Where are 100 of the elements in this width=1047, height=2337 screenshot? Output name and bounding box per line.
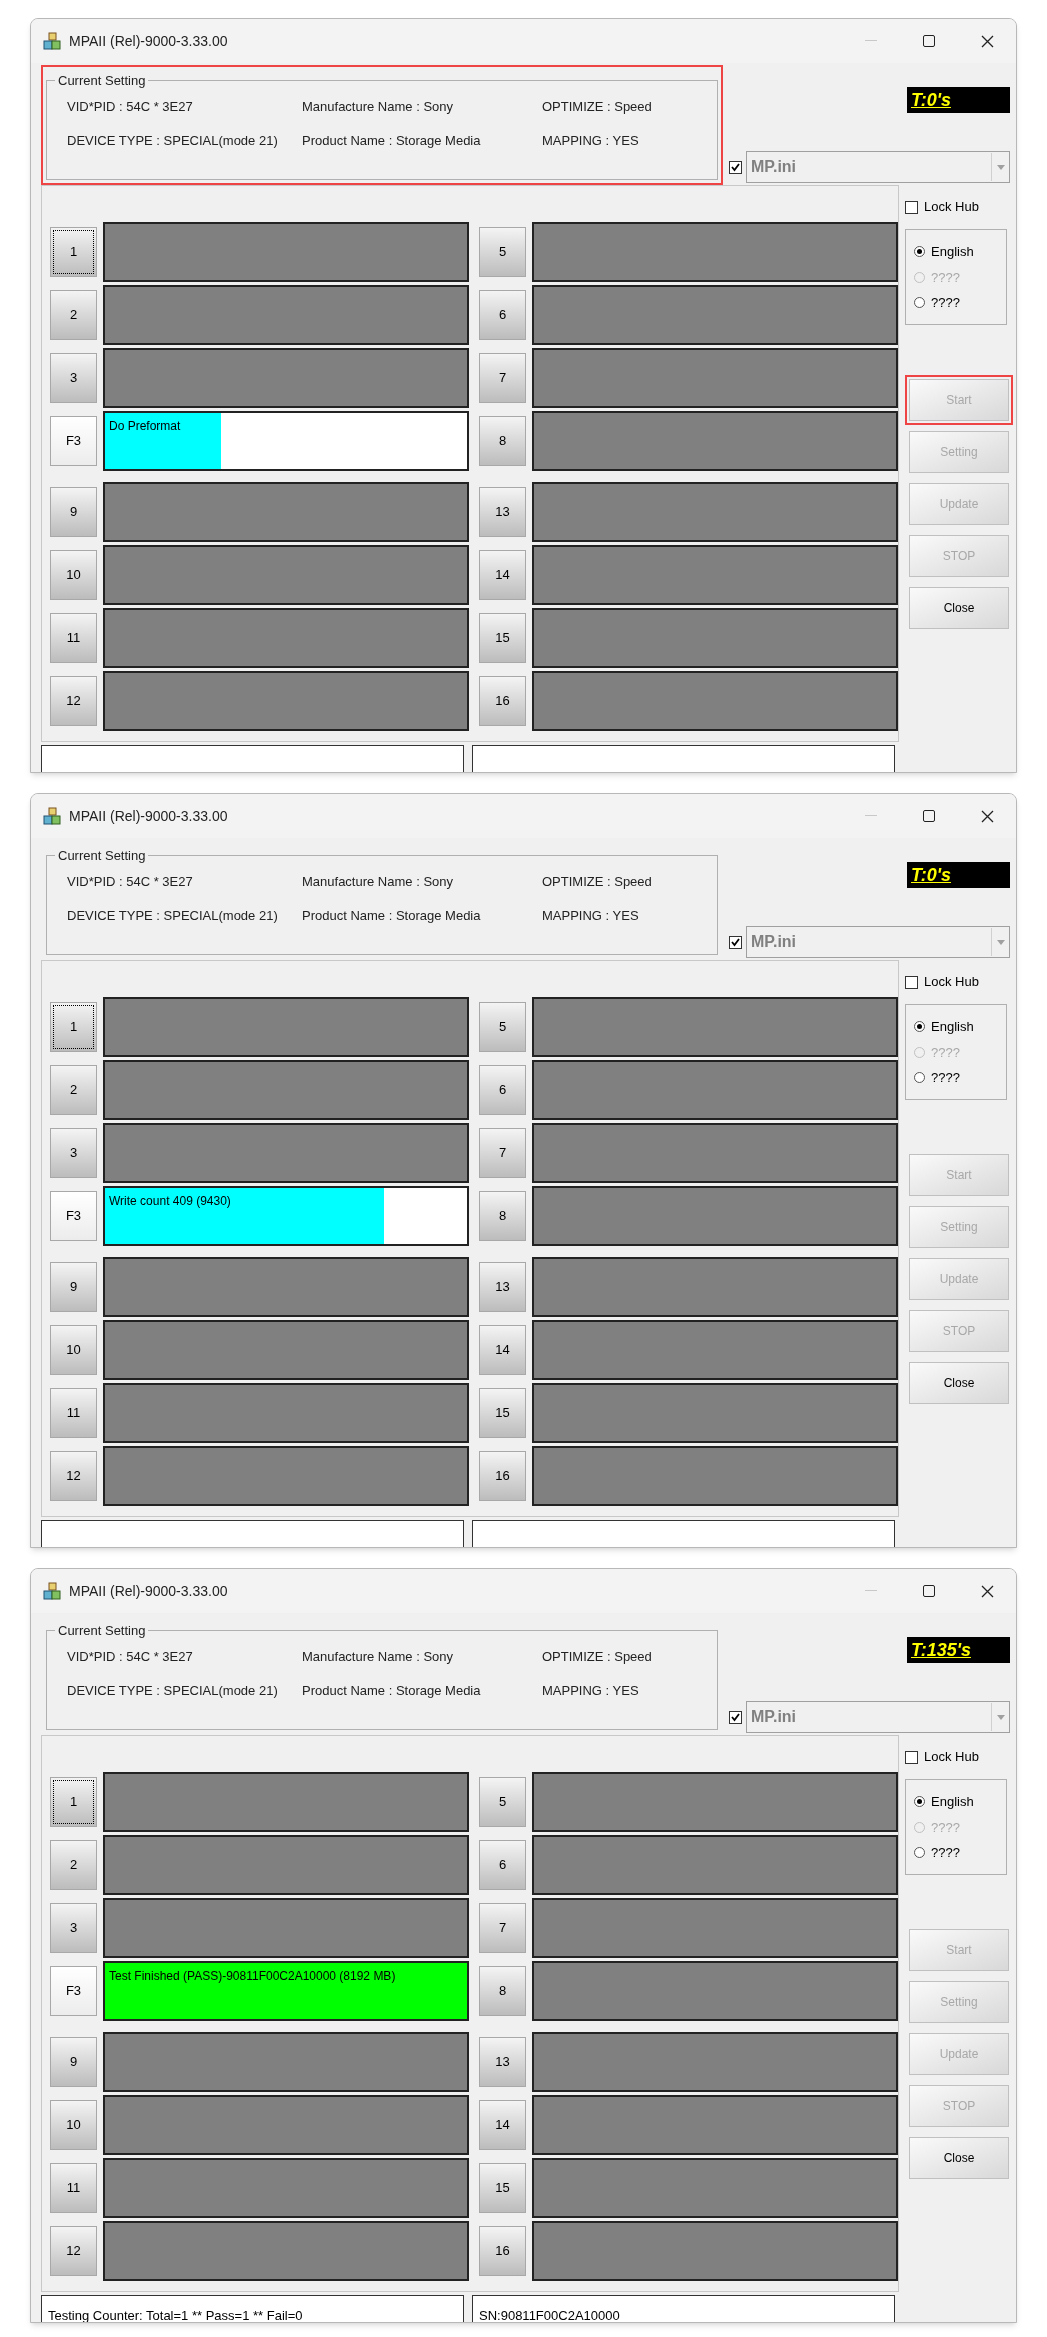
slot-button[interactable]: 1 (50, 1777, 97, 1827)
maximize-icon (923, 35, 935, 47)
radio-label: ???? (931, 1043, 960, 1062)
slot-button[interactable]: 2 (50, 1065, 97, 1115)
action-button[interactable]: Close (909, 587, 1009, 629)
status-text: Testing Counter: Total=1 ** Pass=1 ** Fail=0 (48, 2308, 303, 2322)
slot-button[interactable]: 13 (479, 1262, 526, 1312)
setting-text: Product Name : Storage Media (302, 906, 482, 925)
lock-hub-checkbox[interactable] (905, 1750, 918, 1764)
ini-checkbox[interactable] (729, 935, 742, 949)
slot-button[interactable]: 6 (479, 290, 526, 340)
ini-checkbox[interactable] (729, 1710, 742, 1724)
window-title: MPAII (Rel)-9000-3.33.00 (69, 1581, 228, 1601)
slot-button[interactable]: 2 (50, 290, 97, 340)
slot-status-text: Test Finished (PASS)-90811F00C2A10000 (8192 MB) (109, 1968, 396, 1985)
slot-button[interactable]: F3 (50, 1966, 97, 2016)
setting-text: DEVICE TYPE : SPECIAL(mode 21) (67, 906, 279, 925)
slot-button[interactable]: 9 (50, 487, 97, 537)
app-icon (43, 1582, 61, 1600)
radio-label: ???? (931, 1844, 960, 1862)
setting-text: OPTIMIZE : Speed (542, 1648, 653, 1666)
slot-button[interactable]: 10 (50, 1325, 97, 1375)
slot-button[interactable]: 15 (479, 1388, 526, 1438)
slot-button[interactable]: 16 (479, 1451, 526, 1501)
checkbox-label: Lock Hub (924, 973, 979, 992)
slot-button[interactable]: 14 (479, 550, 526, 600)
setting-text: Manufacture Name : Sony (302, 98, 455, 116)
slot-button[interactable]: 3 (50, 1903, 97, 1953)
setting-text: OPTIMIZE : Speed (542, 873, 653, 891)
slot-button[interactable]: 10 (50, 2100, 97, 2150)
checkbox-label: Lock Hub (924, 1748, 979, 1767)
lock-hub-checkbox[interactable] (905, 975, 918, 989)
slot-button[interactable]: 7 (479, 1128, 526, 1178)
slot-button[interactable]: 11 (50, 2163, 97, 2213)
app-icon (43, 807, 61, 825)
slot-button[interactable]: 8 (479, 1966, 526, 2016)
slot-button[interactable]: 1 (50, 227, 97, 277)
radio-button[interactable] (914, 1796, 925, 1808)
setting-text: Manufacture Name : Sony (302, 1648, 455, 1666)
slot-button[interactable]: 3 (50, 353, 97, 403)
radio-button[interactable] (914, 297, 925, 309)
timer-display: T:0's (907, 862, 1010, 888)
maximize-icon (923, 1585, 935, 1597)
maximize-icon (923, 810, 935, 822)
radio-label: ???? (931, 1069, 960, 1087)
close-icon (980, 809, 994, 823)
action-button[interactable]: Close (909, 1362, 1009, 1404)
slot-button[interactable]: 12 (50, 1451, 97, 1501)
slot-button[interactable]: 7 (479, 1903, 526, 1953)
slot-button[interactable]: 5 (479, 1002, 526, 1052)
slot-button[interactable]: 9 (50, 1262, 97, 1312)
setting-text: DEVICE TYPE : SPECIAL(mode 21) (67, 1681, 279, 1700)
slot-button[interactable]: 11 (50, 1388, 97, 1438)
slot-button[interactable]: 14 (479, 2100, 526, 2150)
setting-text: MAPPING : YES (542, 1681, 640, 1700)
slot-button[interactable]: 2 (50, 1840, 97, 1890)
slot-button[interactable]: 10 (50, 550, 97, 600)
setting-text: VID*PID : 54C * 3E27 (67, 98, 194, 116)
slot-button[interactable]: 3 (50, 1128, 97, 1178)
slot-button[interactable]: 9 (50, 2037, 97, 2087)
status-text: SN:90811F00C2A10000 (479, 2308, 620, 2322)
window-title: MPAII (Rel)-9000-3.33.00 (69, 31, 228, 51)
radio-button[interactable] (914, 1021, 925, 1033)
radio-label: ???? (931, 268, 960, 287)
radio-button[interactable] (914, 1072, 925, 1084)
slot-button[interactable]: 15 (479, 2163, 526, 2213)
minimize-icon (865, 815, 877, 817)
slot-button[interactable]: 11 (50, 613, 97, 663)
close-icon (980, 34, 994, 48)
slot-button[interactable]: 5 (479, 1777, 526, 1827)
lock-hub-checkbox[interactable] (905, 200, 918, 214)
timer-display: T:0's (907, 87, 1010, 113)
slot-button[interactable]: 16 (479, 676, 526, 726)
radio-label: English (931, 1793, 974, 1811)
slot-button[interactable]: 14 (479, 1325, 526, 1375)
slot-button[interactable]: 5 (479, 227, 526, 277)
radio-button[interactable] (914, 1847, 925, 1859)
slot-button[interactable]: 6 (479, 1840, 526, 1890)
slot-status-text: Do Preformat (109, 418, 181, 435)
slot-button[interactable]: 13 (479, 487, 526, 537)
slot-button[interactable]: 7 (479, 353, 526, 403)
slot-button[interactable]: 13 (479, 2037, 526, 2087)
setting-text: MAPPING : YES (542, 131, 640, 150)
slot-button[interactable]: 6 (479, 1065, 526, 1115)
slot-button[interactable]: 15 (479, 613, 526, 663)
action-button[interactable]: Close (909, 2137, 1009, 2179)
slot-button[interactable]: F3 (50, 1191, 97, 1241)
slot-button[interactable]: 12 (50, 676, 97, 726)
setting-text: Manufacture Name : Sony (302, 873, 455, 891)
minimize-icon (865, 40, 877, 42)
slot-button[interactable]: 8 (479, 1191, 526, 1241)
slot-button[interactable]: 8 (479, 416, 526, 466)
app-icon (43, 32, 61, 50)
slot-button[interactable]: 1 (50, 1002, 97, 1052)
radio-button[interactable] (914, 246, 925, 258)
ini-checkbox[interactable] (729, 160, 742, 174)
slot-button[interactable]: 16 (479, 2226, 526, 2276)
slot-button[interactable]: 12 (50, 2226, 97, 2276)
slot-button[interactable]: F3 (50, 416, 97, 466)
close-icon (980, 1584, 994, 1598)
